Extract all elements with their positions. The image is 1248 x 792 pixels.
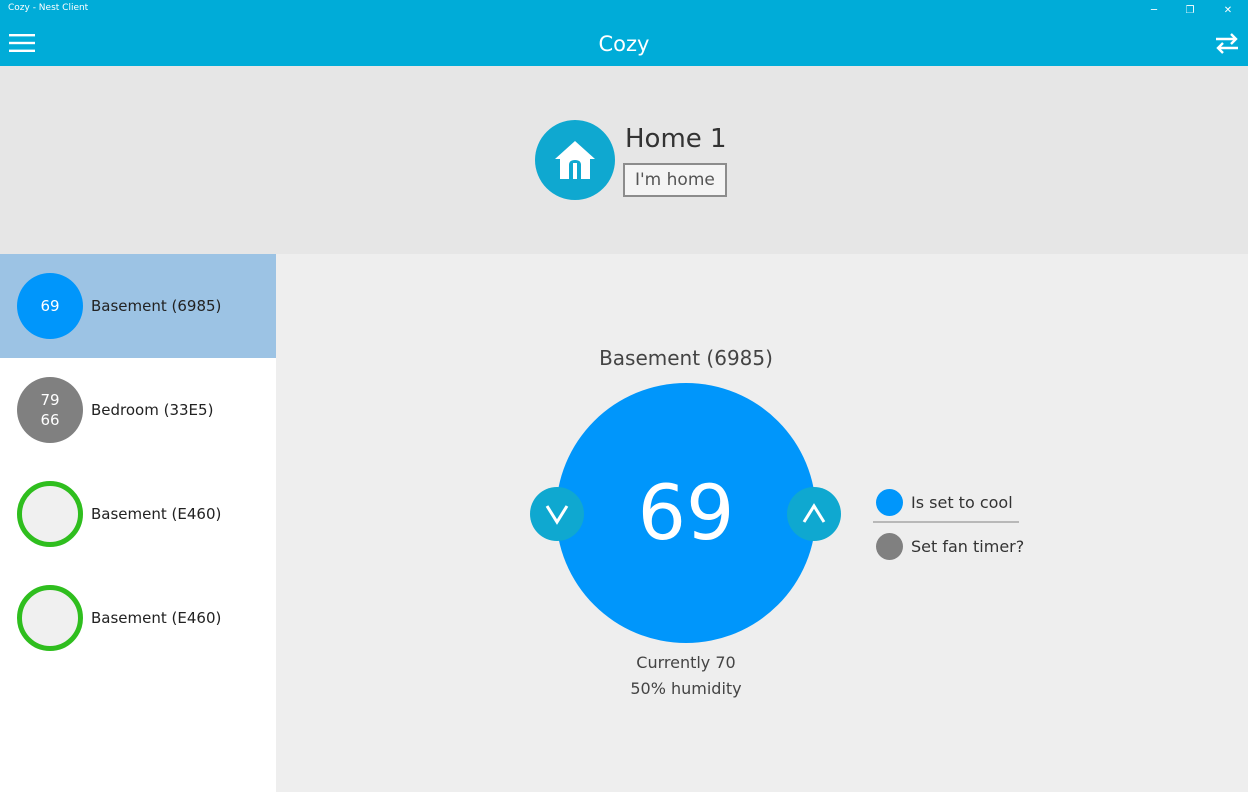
app-header: Cozy	[0, 20, 1248, 66]
temperature-badge: 69	[17, 273, 83, 339]
window-titlebar: Cozy - Nest Client ─ ❐ ✕	[0, 0, 1248, 20]
decrease-temperature-button[interactable]	[530, 487, 584, 541]
eco-badge	[17, 585, 83, 651]
thermostat-label: Basement (6985)	[91, 297, 222, 315]
app-title: Cozy	[598, 32, 650, 56]
thermostat-label: Basement (E460)	[91, 609, 222, 627]
current-temperature: Currently 70	[636, 653, 736, 672]
target-temperature: 69	[637, 468, 735, 557]
thermostat-detail: Basement (6985) 69 Currently 70 50% humi…	[276, 254, 1248, 792]
thermostat-list-item[interactable]: Basement (E460)	[0, 462, 276, 566]
temperature-badge: 79 66	[17, 377, 83, 443]
hvac-mode-label: Is set to cool	[911, 493, 1013, 512]
badge-temperature: 69	[40, 297, 60, 315]
humidity-reading: 50% humidity	[630, 679, 742, 698]
close-button[interactable]: ✕	[1208, 0, 1248, 20]
swap-arrows-icon	[1216, 33, 1238, 54]
hvac-mode-toggle[interactable]: Is set to cool	[876, 487, 1036, 517]
structure-name: Home 1	[625, 124, 727, 154]
thermostat-list-item[interactable]: Basement (E460)	[0, 566, 276, 670]
hamburger-icon	[9, 34, 35, 52]
chevron-down-icon	[545, 505, 569, 525]
minimize-button[interactable]: ─	[1134, 0, 1174, 20]
thermostat-label: Bedroom (33E5)	[91, 401, 214, 419]
structure-header: Home 1 I'm home	[0, 66, 1248, 254]
restore-button[interactable]: ❐	[1170, 0, 1210, 20]
badge-temperature-secondary: 66	[40, 411, 60, 429]
fan-timer-toggle[interactable]: Set fan timer?	[876, 531, 1036, 561]
hamburger-menu-button[interactable]	[0, 20, 44, 66]
thermostat-label: Basement (E460)	[91, 505, 222, 523]
away-status-button[interactable]: I'm home	[623, 163, 727, 197]
badge-temperature: 79	[40, 391, 60, 409]
thermostat-list-item[interactable]: 69 Basement (6985)	[0, 254, 276, 358]
eco-badge	[17, 481, 83, 547]
fan-timer-label: Set fan timer?	[911, 537, 1025, 556]
fan-timer-indicator	[876, 533, 903, 560]
window-title: Cozy - Nest Client	[8, 3, 89, 13]
chevron-up-icon	[802, 503, 826, 523]
thermostat-list: 69 Basement (6985) 79 66 Bedroom (33E5) …	[0, 254, 276, 792]
mode-divider	[873, 521, 1019, 523]
switch-structure-button[interactable]	[1206, 20, 1248, 66]
increase-temperature-button[interactable]	[787, 487, 841, 541]
cool-mode-indicator	[876, 489, 903, 516]
thermostat-list-item[interactable]: 79 66 Bedroom (33E5)	[0, 358, 276, 462]
device-name: Basement (6985)	[599, 346, 773, 370]
structure-avatar	[535, 120, 615, 200]
temperature-dial: 69	[556, 383, 816, 643]
house-icon	[555, 141, 595, 179]
